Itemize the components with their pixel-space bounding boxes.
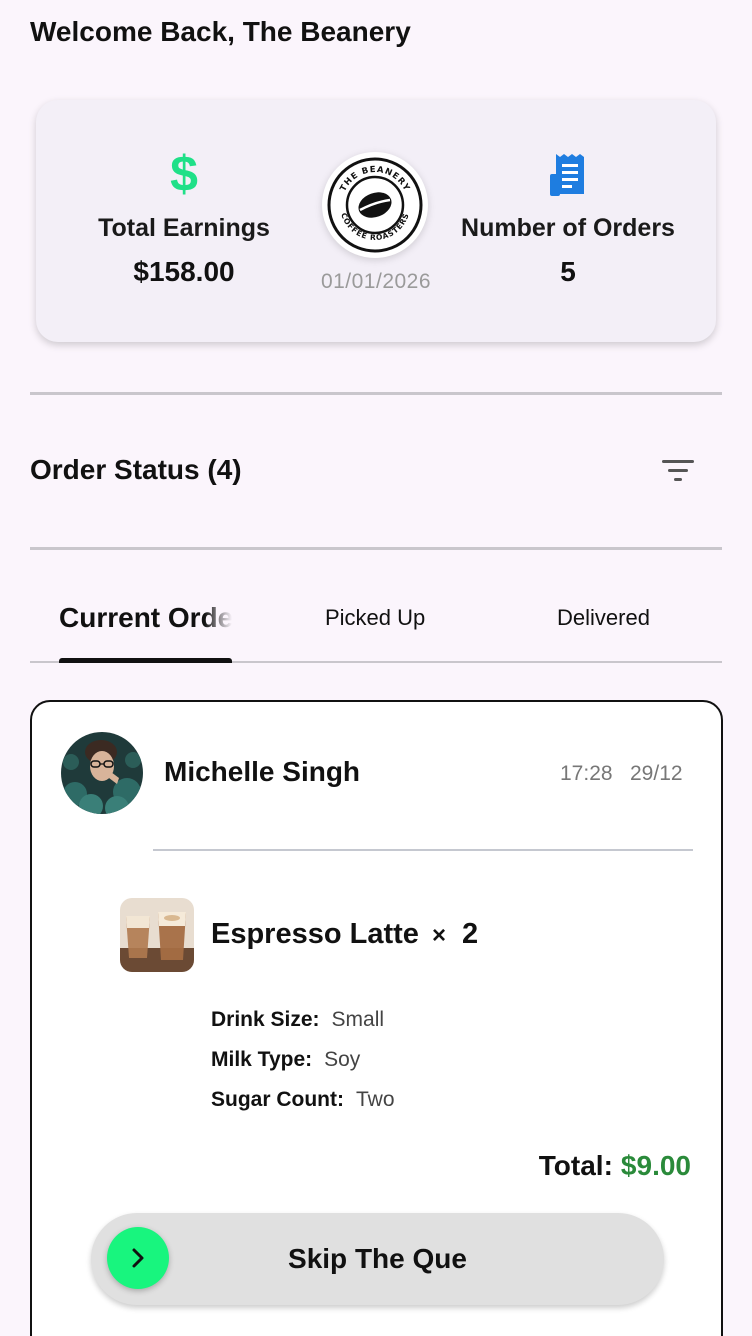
- tab-current-orders[interactable]: Current Orders: [59, 586, 232, 650]
- order-total: Total: $9.00: [539, 1150, 691, 1182]
- order-time: 17:28: [560, 762, 613, 785]
- total-earnings-value: $158.00: [133, 256, 235, 287]
- order-status-title: Order Status (4): [30, 454, 242, 485]
- option-milk-type: Milk Type: Soy: [211, 1048, 360, 1072]
- section-divider: [30, 547, 722, 550]
- filter-icon[interactable]: [660, 456, 696, 486]
- option-value: Soy: [324, 1048, 361, 1071]
- order-card: Michelle Singh 17:28 29/12 Espresso Latt…: [30, 700, 723, 1336]
- avatar: [61, 732, 143, 814]
- current-date: 01/01/2026: [320, 270, 432, 293]
- card-divider: [153, 849, 693, 851]
- total-amount: $9.00: [620, 1150, 691, 1181]
- section-divider: [30, 392, 722, 395]
- dollar-icon: $: [170, 146, 198, 202]
- multiply-icon: ×: [432, 922, 447, 949]
- option-value: Small: [331, 1008, 385, 1031]
- latte-image-icon: [120, 898, 194, 972]
- stats-card: $ Total Earnings $158.00 THE BEANERY COF…: [36, 100, 716, 342]
- tab-delivered[interactable]: Delivered: [557, 586, 650, 650]
- total-earnings-label: Total Earnings: [98, 214, 270, 242]
- order-tabs: Current Orders Picked Up Delivered: [30, 586, 722, 664]
- option-drink-size: Drink Size: Small: [211, 1008, 384, 1032]
- tab-picked-up[interactable]: Picked Up: [325, 586, 425, 650]
- receipt-icon: [550, 154, 584, 196]
- number-of-orders-label: Number of Orders: [461, 214, 675, 242]
- customer-avatar-icon: [61, 732, 143, 814]
- active-tab-indicator: [59, 658, 232, 663]
- number-of-orders-value: 5: [560, 256, 576, 287]
- skip-the-que-button[interactable]: Skip The Que: [91, 1213, 664, 1305]
- option-value: Two: [355, 1088, 395, 1111]
- item-thumbnail: [120, 898, 194, 972]
- option-key: Milk Type:: [211, 1048, 313, 1071]
- skip-label: Skip The Que: [288, 1243, 467, 1274]
- item-name: Espresso Latte: [211, 918, 419, 950]
- order-date: 29/12: [630, 762, 683, 785]
- business-logo: THE BEANERY COFFEE ROASTERS: [322, 152, 428, 258]
- welcome-title: Welcome Back, The Beanery: [30, 16, 411, 47]
- option-key: Drink Size:: [211, 1008, 320, 1031]
- option-sugar-count: Sugar Count: Two: [211, 1088, 395, 1112]
- option-key: Sugar Count:: [211, 1088, 344, 1111]
- item-quantity: 2: [462, 918, 479, 950]
- beanery-logo-icon: THE BEANERY COFFEE ROASTERS: [327, 157, 423, 253]
- customer-name: Michelle Singh: [164, 756, 361, 787]
- total-label: Total:: [538, 1150, 613, 1181]
